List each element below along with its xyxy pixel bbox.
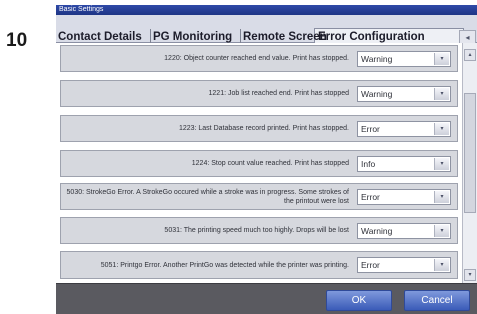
scroll-up-icon[interactable]: ▴	[464, 49, 476, 61]
error-level-select[interactable]: Error ▾	[357, 257, 451, 273]
error-message: 5051: Printgo Error. Another PrintGo was…	[100, 261, 349, 269]
title-bar: Basic Settings	[56, 5, 477, 15]
error-message: 1223: Last Database record printed. Prin…	[178, 125, 349, 132]
chevron-down-icon[interactable]: ▾	[434, 123, 449, 135]
error-level-value: Warning	[361, 226, 393, 236]
error-level-select[interactable]: Info ▾	[357, 156, 451, 172]
error-message: 5031: The printing speed much too highly…	[164, 227, 349, 234]
scroll-down-icon[interactable]: ▾	[464, 269, 476, 281]
chevron-down-icon[interactable]: ▾	[434, 191, 449, 203]
error-level-value: Error	[361, 124, 380, 134]
error-row: 1223: Last Database record printed. Prin…	[60, 115, 458, 142]
chevron-down-icon[interactable]: ▾	[434, 259, 449, 271]
error-row: 5051: Printgo Error. Another PrintGo was…	[60, 251, 458, 279]
error-row: 1220: Object counter reached end value. …	[60, 45, 458, 72]
chevron-down-icon[interactable]: ▾	[434, 158, 449, 170]
error-row: 1224: Stop count value reached. Print ha…	[60, 150, 458, 177]
scrollbar-thumb[interactable]	[464, 93, 476, 213]
error-message: 5030: StrokeGo Error. A StrokeGo occured…	[66, 188, 349, 205]
chevron-down-icon[interactable]: ▾	[434, 225, 449, 237]
error-message: 1224: Stop count value reached. Print ha…	[191, 160, 349, 167]
error-row: 5031: The printing speed much too highly…	[60, 217, 458, 244]
error-level-value: Error	[361, 192, 380, 202]
window-title: Basic Settings	[59, 6, 104, 13]
error-row: 1221: Job list reached end. Print has st…	[60, 80, 458, 107]
error-level-select[interactable]: Warning ▾	[357, 223, 451, 239]
error-configuration-list: 1220: Object counter reached end value. …	[56, 43, 462, 283]
chevron-left-icon: ◂	[465, 33, 470, 42]
tab-bar: Contact Details PG Monitoring Remote Scr…	[56, 15, 477, 48]
error-message: 1221: Job list reached end. Print has st…	[208, 90, 349, 97]
error-level-value: Warning	[361, 54, 393, 64]
error-level-value: Error	[361, 260, 380, 270]
dialog-footer: OK Cancel	[56, 283, 477, 314]
step-number: 10	[6, 30, 28, 51]
vertical-scrollbar[interactable]: ▴ ▾	[462, 43, 477, 283]
error-level-value: Info	[361, 159, 376, 169]
chevron-down-icon[interactable]: ▾	[434, 53, 449, 65]
error-level-select[interactable]: Error ▾	[357, 121, 451, 137]
ok-button[interactable]: OK	[326, 290, 392, 311]
error-level-select[interactable]: Warning ▾	[357, 51, 451, 67]
chevron-down-icon[interactable]: ▾	[434, 88, 449, 100]
error-level-select[interactable]: Warning ▾	[357, 86, 451, 102]
error-message: 1220: Object counter reached end value. …	[164, 55, 349, 62]
error-level-value: Warning	[361, 89, 393, 99]
error-level-select[interactable]: Error ▾	[357, 189, 451, 205]
error-row: 5030: StrokeGo Error. A StrokeGo occured…	[60, 183, 458, 210]
basic-settings-window: Basic Settings Contact Details PG Monito…	[56, 5, 477, 314]
cancel-button[interactable]: Cancel	[404, 290, 470, 311]
